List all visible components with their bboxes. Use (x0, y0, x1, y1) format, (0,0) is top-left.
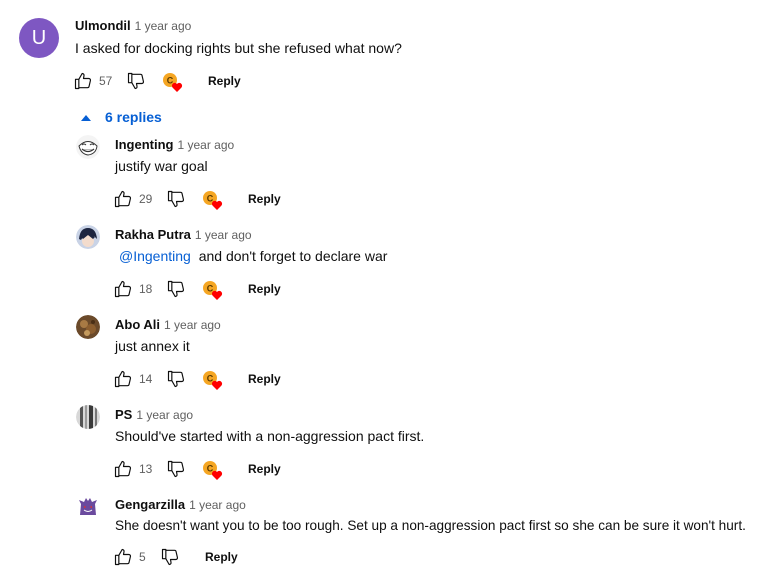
reply-header: Rakha Putra 1 year ago (115, 226, 252, 244)
like-count: 13 (139, 462, 153, 476)
photo-avatar-icon (76, 315, 100, 339)
thumbs-up-icon (114, 460, 132, 478)
thumbs-up-icon (114, 190, 132, 208)
thumbs-down-icon (167, 460, 185, 478)
like-count: 18 (139, 282, 153, 296)
thumbs-down-icon (161, 548, 179, 566)
reply-button[interactable]: Reply (248, 192, 281, 206)
creator-heart-badge: C (202, 460, 224, 482)
thumbs-up-icon (114, 280, 132, 298)
avatar[interactable] (76, 315, 100, 339)
thumbs-down-icon (167, 280, 185, 298)
dislike-button[interactable] (166, 189, 186, 209)
mention-link[interactable]: @Ingenting (119, 248, 191, 264)
timestamp[interactable]: 1 year ago (195, 228, 252, 242)
reply-button[interactable]: Reply (208, 74, 241, 88)
avatar[interactable] (76, 225, 100, 249)
timestamp[interactable]: 1 year ago (178, 138, 235, 152)
heart-icon: C (203, 191, 223, 210)
like-count: 57 (99, 74, 113, 88)
author-name[interactable]: Gengarzilla (115, 497, 185, 512)
comment-text: I asked for docking rights but she refus… (75, 40, 402, 56)
reply-text: @Ingenting and don't forget to declare w… (119, 248, 387, 264)
timestamp[interactable]: 1 year ago (135, 19, 192, 33)
thumbs-up-icon (114, 370, 132, 388)
like-button[interactable] (113, 279, 133, 299)
avatar[interactable] (76, 135, 100, 159)
dislike-button[interactable] (166, 279, 186, 299)
reply-header: Gengarzilla 1 year ago (115, 496, 246, 514)
thumbs-up-icon (114, 548, 132, 566)
reply-text: Should've started with a non-aggression … (115, 428, 424, 444)
thumbs-down-icon (167, 190, 185, 208)
reply-button[interactable]: Reply (248, 372, 281, 386)
creator-heart-badge: C (162, 72, 184, 94)
avatar[interactable] (76, 495, 100, 519)
reply-text: justify war goal (115, 158, 208, 174)
trollface-avatar-icon (76, 135, 100, 159)
creator-heart-badge: C (202, 190, 224, 212)
thumbs-down-icon (127, 72, 145, 90)
reply-body: Should've started with a non-aggression … (115, 428, 425, 444)
like-count: 14 (139, 372, 153, 386)
heart-icon: C (203, 281, 223, 300)
timestamp[interactable]: 1 year ago (189, 498, 246, 512)
like-button[interactable] (113, 189, 133, 209)
like-button[interactable] (113, 459, 133, 479)
timestamp[interactable]: 1 year ago (136, 408, 193, 422)
author-name[interactable]: Ingenting (115, 137, 174, 152)
creator-heart-badge: C (202, 280, 224, 302)
reply-body: just annex it (115, 338, 190, 354)
thumbs-up-icon (74, 72, 92, 90)
heart-icon: C (163, 73, 183, 92)
reply-body: and don't forget to declare war (198, 248, 388, 264)
author-name[interactable]: Abo Ali (115, 317, 160, 332)
like-button[interactable] (73, 71, 93, 91)
photo-avatar-icon (76, 405, 100, 429)
heart-icon: C (203, 461, 223, 480)
gengar-avatar-icon (76, 495, 100, 519)
dislike-button[interactable] (160, 547, 180, 567)
dislike-button[interactable] (166, 369, 186, 389)
creator-heart-badge: C (202, 370, 224, 392)
like-button[interactable] (113, 369, 133, 389)
heart-icon: C (203, 371, 223, 390)
like-count: 29 (139, 192, 153, 206)
reply-button[interactable]: Reply (248, 282, 281, 296)
timestamp[interactable]: 1 year ago (164, 318, 221, 332)
dislike-button[interactable] (126, 71, 146, 91)
reply-header: PS 1 year ago (115, 406, 193, 424)
thumbs-down-icon (167, 370, 185, 388)
reply-text: She doesn't want you to be too rough. Se… (115, 518, 746, 533)
reply-body: She doesn't want you to be too rough. Se… (115, 518, 746, 533)
reply-button[interactable]: Reply (205, 550, 238, 564)
reply-text: just annex it (115, 338, 190, 354)
dislike-button[interactable] (166, 459, 186, 479)
replies-count[interactable]: 6 replies (105, 109, 162, 125)
comment-header: Ulmondil 1 year ago (75, 17, 191, 35)
anime-avatar-icon (76, 225, 100, 249)
reply-header: Abo Ali 1 year ago (115, 316, 221, 334)
author-name[interactable]: Ulmondil (75, 18, 131, 33)
like-button[interactable] (113, 547, 133, 567)
reply-button[interactable]: Reply (248, 462, 281, 476)
like-count: 5 (139, 550, 146, 564)
avatar[interactable]: U (19, 18, 59, 58)
reply-header: Ingenting 1 year ago (115, 136, 234, 154)
author-name[interactable]: Rakha Putra (115, 227, 191, 242)
avatar[interactable] (76, 405, 100, 429)
reply-body: justify war goal (115, 158, 208, 174)
caret-up-icon (81, 115, 91, 121)
author-name[interactable]: PS (115, 407, 132, 422)
